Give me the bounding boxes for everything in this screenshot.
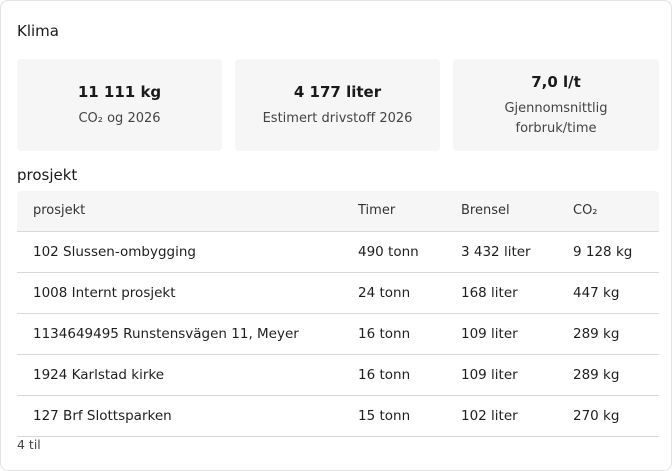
klima-title: Klima [17, 22, 59, 40]
cell-prosjekt: 102 Slussen-ombygging [33, 244, 196, 260]
cell-co2: 289 kg [573, 326, 620, 342]
cell-timer: 24 tonn [358, 285, 411, 301]
column-header-prosjekt[interactable]: prosjekt [33, 191, 85, 231]
avg-consumption-label-line2: forbruk/time [515, 121, 597, 136]
klima-panel: Klima 11 111 kg CO₂ og 2026 4 177 liter … [0, 0, 672, 471]
prosjekt-table: prosjekt Timer Brensel CO₂ 102 Slussen-o… [17, 191, 659, 437]
co2-label: CO₂ og 2026 [78, 111, 161, 126]
column-header-brensel[interactable]: Brensel [461, 191, 510, 231]
co2-value: 11 111 kg [77, 83, 162, 101]
cell-timer: 15 tonn [358, 408, 411, 424]
cell-brensel: 109 liter [461, 367, 518, 383]
prosjekt-title: prosjekt [17, 166, 78, 184]
table-row[interactable]: 127 Brf Slottsparken 15 tonn 102 liter 2… [17, 396, 659, 437]
column-header-timer[interactable]: Timer [358, 191, 395, 231]
table-row[interactable]: 102 Slussen-ombygging 490 tonn 3 432 lit… [17, 232, 659, 273]
co2-card: 11 111 kg CO₂ og 2026 [17, 59, 222, 151]
fuel-value: 4 177 liter [293, 83, 382, 101]
cell-timer: 490 tonn [358, 244, 419, 260]
show-more-link[interactable]: 4 til [17, 437, 41, 452]
cell-brensel: 109 liter [461, 326, 518, 342]
cell-brensel: 3 432 liter [461, 244, 531, 260]
table-row[interactable]: 1134649495 Runstensvägen 11, Meyer 16 to… [17, 314, 659, 355]
avg-consumption-label: Gjennomsnittlig forbruk/time [453, 99, 659, 139]
cell-co2: 289 kg [573, 367, 620, 383]
avg-consumption-value: 7,0 l/t [531, 73, 581, 91]
cell-prosjekt: 1008 Internt prosjekt [33, 285, 176, 301]
cell-co2: 270 kg [573, 408, 620, 424]
cell-prosjekt: 1924 Karlstad kirke [33, 367, 165, 383]
cell-timer: 16 tonn [358, 367, 411, 383]
table-header: prosjekt Timer Brensel CO₂ [17, 191, 659, 232]
cell-co2: 447 kg [573, 285, 620, 301]
fuel-card: 4 177 liter Estimert drivstoff 2026 [235, 59, 440, 151]
cell-co2: 9 128 kg [573, 244, 633, 260]
cell-timer: 16 tonn [358, 326, 411, 342]
fuel-label: Estimert drivstoff 2026 [262, 111, 413, 126]
column-header-co2[interactable]: CO₂ [573, 191, 598, 231]
table-row[interactable]: 1924 Karlstad kirke 16 tonn 109 liter 28… [17, 355, 659, 396]
cell-brensel: 168 liter [461, 285, 518, 301]
cell-prosjekt: 1134649495 Runstensvägen 11, Meyer [33, 326, 299, 342]
avg-consumption-card: 7,0 l/t Gjennomsnittlig forbruk/time [453, 59, 659, 151]
klima-cards: 11 111 kg CO₂ og 2026 4 177 liter Estime… [17, 59, 659, 151]
table-row[interactable]: 1008 Internt prosjekt 24 tonn 168 liter … [17, 273, 659, 314]
cell-brensel: 102 liter [461, 408, 518, 424]
avg-consumption-label-line1: Gjennomsnittlig [504, 101, 608, 116]
cell-prosjekt: 127 Brf Slottsparken [33, 408, 172, 424]
